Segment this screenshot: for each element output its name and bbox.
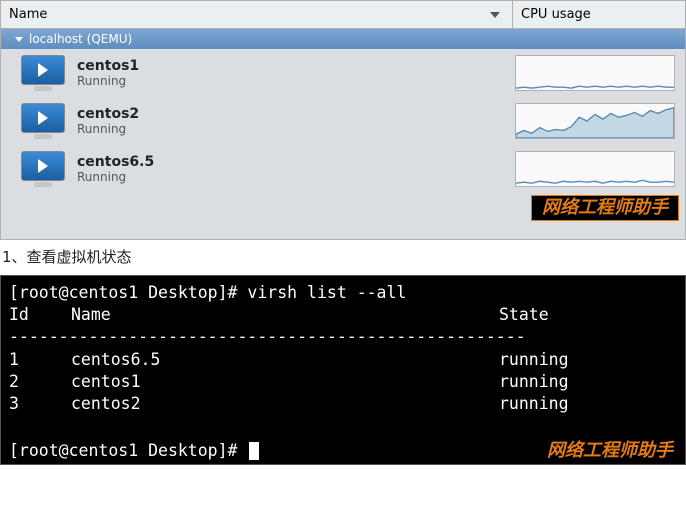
table-row: 1 centos6.5 running <box>9 349 679 371</box>
col-id: Id <box>9 304 71 326</box>
vm-info: centos2 Running <box>77 106 503 136</box>
cell-id: 3 <box>9 393 71 415</box>
column-header-name[interactable]: Name <box>1 1 513 28</box>
watermark: 网络工程师助手 <box>547 438 679 462</box>
vm-running-icon <box>21 151 65 187</box>
cursor <box>249 442 259 460</box>
vm-name: centos6.5 <box>77 154 503 170</box>
cell-name: centos2 <box>71 393 499 415</box>
vm-list-header: Name CPU usage <box>1 1 685 29</box>
column-label-cpu: CPU usage <box>521 7 591 22</box>
col-name: Name <box>71 304 499 326</box>
vm-status: Running <box>77 74 503 88</box>
vm-status: Running <box>77 122 503 136</box>
column-header-cpu[interactable]: CPU usage <box>513 1 685 28</box>
vm-running-icon <box>21 103 65 139</box>
vm-status: Running <box>77 170 503 184</box>
virt-manager-window: Name CPU usage localhost (QEMU) centos1 … <box>0 0 686 240</box>
cell-state: running <box>499 349 679 371</box>
cell-name: centos6.5 <box>71 349 499 371</box>
prompt: [root@centos1 Desktop]# <box>9 283 247 302</box>
host-label: localhost (QEMU) <box>29 32 132 46</box>
cpu-usage-graph <box>515 55 675 91</box>
vm-running-icon <box>21 55 65 91</box>
table-header: Id Name State <box>9 304 679 326</box>
prompt: [root@centos1 Desktop]# <box>9 441 247 460</box>
vm-name: centos2 <box>77 106 503 122</box>
table-row: 3 centos2 running <box>9 393 679 415</box>
vm-name: centos1 <box>77 58 503 74</box>
cell-name: centos1 <box>71 371 499 393</box>
cell-state: running <box>499 371 679 393</box>
col-state: State <box>499 304 679 326</box>
terminal[interactable]: [root@centos1 Desktop]# virsh list --all… <box>0 275 686 465</box>
cpu-usage-graph <box>515 103 675 139</box>
divider: ----------------------------------------… <box>9 326 679 348</box>
host-row[interactable]: localhost (QEMU) <box>1 29 685 49</box>
expand-triangle-icon <box>15 37 23 42</box>
cell-state: running <box>499 393 679 415</box>
chevron-down-icon <box>490 12 500 18</box>
watermark: 网络工程师助手 <box>531 195 679 221</box>
cpu-usage-graph <box>515 151 675 187</box>
caption: 1、查看虚拟机状态 <box>0 240 686 275</box>
vm-info: centos6.5 Running <box>77 154 503 184</box>
cell-id: 1 <box>9 349 71 371</box>
table-row: 2 centos1 running <box>9 371 679 393</box>
vm-info: centos1 Running <box>77 58 503 88</box>
vm-row[interactable]: centos2 Running <box>1 97 685 145</box>
command: virsh list --all <box>247 283 406 302</box>
cell-id: 2 <box>9 371 71 393</box>
vm-row[interactable]: centos1 Running <box>1 49 685 97</box>
vm-row[interactable]: centos6.5 Running <box>1 145 685 193</box>
column-label-name: Name <box>9 7 47 22</box>
